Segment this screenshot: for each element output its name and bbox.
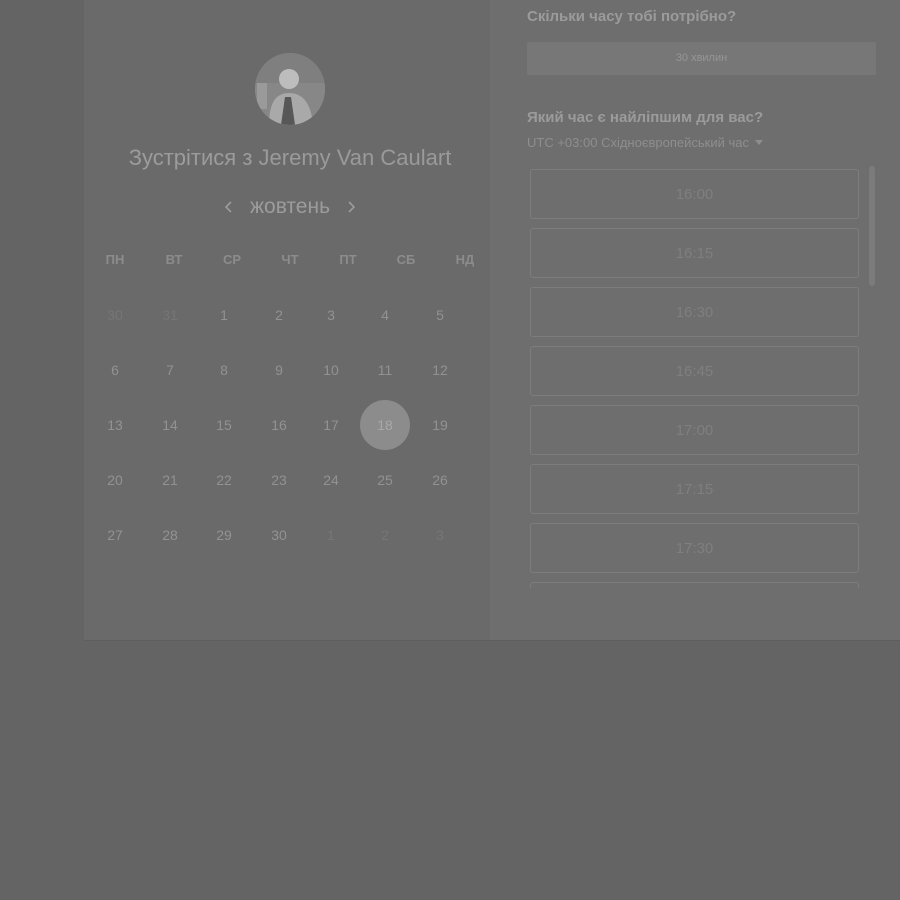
calendar-day[interactable]: 2 [259,295,299,335]
calendar-day: 3 [436,527,444,543]
calendar-day[interactable]: 25 [365,460,405,500]
calendar-day[interactable]: 5 [420,295,460,335]
month-navigation: жовтень [180,192,400,222]
calendar-day[interactable]: 19 [420,405,460,445]
time-slot-button[interactable]: 17:00 [530,405,859,455]
calendar-day[interactable]: 28 [150,515,190,555]
time-slot-button[interactable] [530,582,859,588]
time-slot-button[interactable]: 16:00 [530,169,859,219]
chevron-left-icon[interactable] [222,200,236,214]
time-slot-button[interactable]: 16:30 [530,287,859,337]
calendar-day[interactable]: 13 [95,405,135,445]
calendar-day[interactable]: 11 [365,350,405,390]
calendar-day[interactable]: 7 [150,350,190,390]
title-prefix: Зустрітися з [128,145,253,170]
calendar-day-selected[interactable]: 18 [360,400,410,450]
calendar-day[interactable]: 29 [204,515,244,555]
calendar-day[interactable]: 12 [420,350,460,390]
duration-select[interactable]: 30 хвилин [527,42,876,75]
calendar-day[interactable]: 8 [204,350,244,390]
calendar-day[interactable]: 3 [311,295,351,335]
time-slot-list: 16:00 16:15 16:30 16:45 17:00 17:15 17:30 [530,168,862,588]
weekday-label: СБ [396,252,416,267]
calendar-day[interactable]: 6 [95,350,135,390]
calendar-day[interactable]: 27 [95,515,135,555]
calendar-day[interactable]: 16 [259,405,299,445]
calendar-day[interactable]: 17 [311,405,351,445]
weekday-label: ЧТ [281,252,299,267]
calendar-day: 2 [381,527,389,543]
calendar-day[interactable]: 15 [204,405,244,445]
time-slot-button[interactable]: 16:45 [530,346,859,396]
calendar-day[interactable]: 14 [150,405,190,445]
calendar-day[interactable]: 10 [311,350,351,390]
calendar-day[interactable]: 9 [259,350,299,390]
calendar-day[interactable]: 30 [259,515,299,555]
calendar-day[interactable]: 26 [420,460,460,500]
calendar-day[interactable]: 1 [204,295,244,335]
calendar-day[interactable]: 20 [95,460,135,500]
weekday-header: ПН ВТ СР ЧТ ПТ СБ НД [86,252,494,272]
host-name: Jeremy Van Caulart [258,145,452,170]
month-label: жовтень [249,195,331,218]
time-slot-button[interactable]: 17:30 [530,523,859,573]
weekday-label: НД [455,252,475,267]
weekday-label: ПН [105,252,125,267]
duration-question: Скільки часу тобі потрібно? [527,8,737,25]
weekday-label: ВТ [165,252,183,267]
weekday-label: СР [222,252,242,267]
calendar-day: 1 [327,527,335,543]
calendar-day: 30 [107,307,123,323]
calendar-day: 31 [162,307,178,323]
timezone-label: UTC +03:00 Східноєвропейський час [527,135,749,150]
scrollbar-thumb[interactable] [869,166,875,286]
chevron-right-icon[interactable] [344,200,358,214]
weekday-label: ПТ [339,252,357,267]
page-title: Зустрітися з Jeremy Van Caulart [0,145,580,171]
user-avatar-icon [255,53,325,125]
calendar-day[interactable]: 21 [150,460,190,500]
time-slot-button[interactable]: 17:15 [530,464,859,514]
calendar-day[interactable]: 4 [365,295,405,335]
caret-down-icon [754,140,763,145]
timezone-select[interactable]: UTC +03:00 Східноєвропейський час [527,135,763,150]
host-avatar [255,53,325,125]
calendar-day[interactable]: 22 [204,460,244,500]
calendar-day[interactable]: 23 [259,460,299,500]
time-slot-button[interactable]: 16:15 [530,228,859,278]
calendar-day[interactable]: 24 [311,460,351,500]
time-question: Який час є найліпшим для вас? [527,109,764,126]
